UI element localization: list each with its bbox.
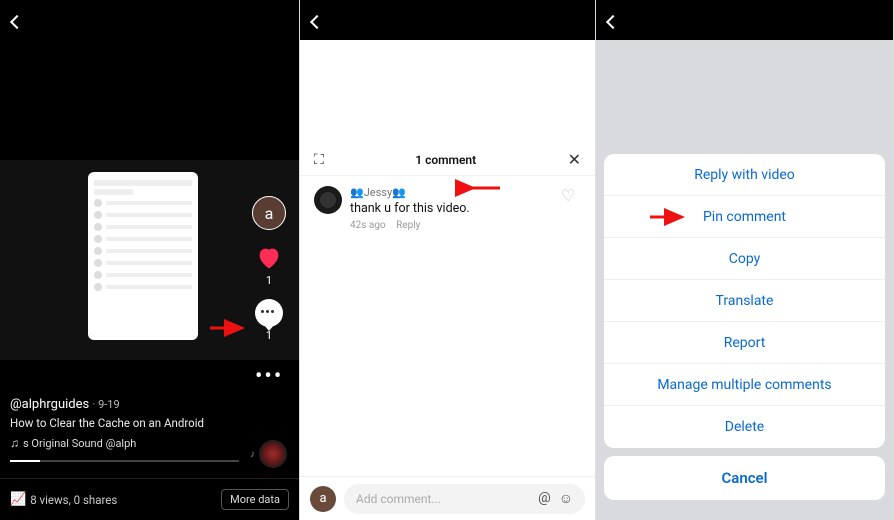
comment-input-bar: a Add comment... @ ☺ bbox=[300, 476, 595, 520]
action-translate[interactable]: Translate bbox=[604, 280, 885, 322]
comments-sheet-screen: ⛶ 1 comment ✕ 👥Jessy👥 thank u for this v… bbox=[300, 0, 596, 520]
cancel-button[interactable]: Cancel bbox=[604, 456, 885, 500]
close-icon[interactable]: ✕ bbox=[568, 150, 581, 169]
music-float-icon: ♪ bbox=[250, 449, 255, 460]
comment-placeholder: Add comment... bbox=[356, 492, 441, 506]
action-pin-comment[interactable]: Pin comment bbox=[604, 196, 885, 238]
video-caption: How to Clear the Cache on an Android bbox=[10, 416, 239, 430]
annotation-arrow-1 bbox=[208, 318, 248, 342]
more-data-button[interactable]: More data bbox=[221, 489, 289, 510]
top-bar bbox=[300, 0, 595, 40]
post-date: 9-19 bbox=[98, 398, 120, 411]
analytics-icon: 📈 bbox=[10, 492, 26, 507]
like-count: 1 bbox=[266, 274, 272, 287]
comment-action-sheet-screen: Reply with video Pin comment Copy Transl… bbox=[596, 0, 894, 520]
video-thumbnail bbox=[88, 172, 198, 340]
top-bar bbox=[596, 0, 893, 40]
share-more-icon[interactable]: ••• bbox=[255, 364, 283, 389]
comment-text: thank u for this video. bbox=[350, 201, 553, 216]
action-list: Reply with video Pin comment Copy Transl… bbox=[604, 154, 885, 448]
tiktok-video-screen: a 1 1 ••• @alphrguides · 9-19 How to Cle… bbox=[0, 0, 300, 520]
my-avatar[interactable]: a bbox=[310, 486, 336, 512]
action-copy[interactable]: Copy bbox=[604, 238, 885, 280]
comments-title: 1 comment bbox=[415, 153, 476, 167]
reply-link[interactable]: Reply bbox=[396, 220, 420, 231]
creator-avatar[interactable]: a bbox=[252, 196, 286, 230]
emoji-icon[interactable]: ☺ bbox=[559, 490, 573, 507]
action-rail: a 1 1 ••• bbox=[249, 196, 289, 389]
action-delete[interactable]: Delete bbox=[604, 406, 885, 448]
comment-button[interactable] bbox=[255, 299, 283, 327]
comment-input[interactable]: Add comment... @ ☺ bbox=[344, 484, 585, 514]
username[interactable]: @alphrguides bbox=[10, 397, 89, 412]
sound-row[interactable]: ♫ s Original Sound @alph bbox=[10, 436, 239, 450]
back-button[interactable] bbox=[312, 8, 322, 33]
comment-row[interactable]: 👥Jessy👥 thank u for this video. 42s ago … bbox=[300, 176, 595, 241]
comments-header: ⛶ 1 comment ✕ bbox=[300, 142, 595, 176]
action-report[interactable]: Report bbox=[604, 322, 885, 364]
action-sheet: Reply with video Pin comment Copy Transl… bbox=[604, 154, 885, 512]
action-manage-multiple[interactable]: Manage multiple comments bbox=[604, 364, 885, 406]
stats-text: 8 views, 0 shares bbox=[30, 493, 117, 507]
video-meta: @alphrguides · 9-19 How to Clear the Cac… bbox=[10, 397, 239, 450]
like-button[interactable] bbox=[255, 244, 283, 272]
commenter-avatar[interactable] bbox=[314, 186, 342, 214]
back-button[interactable] bbox=[608, 8, 618, 33]
mention-icon[interactable]: @ bbox=[538, 490, 551, 507]
annotation-arrow-2 bbox=[464, 178, 504, 202]
comment-time: 42s ago bbox=[350, 220, 386, 231]
sound-label: s Original Sound @alph bbox=[23, 437, 136, 450]
comments-sheet: ⛶ 1 comment ✕ 👥Jessy👥 thank u for this v… bbox=[300, 142, 595, 520]
progress-bar[interactable] bbox=[10, 460, 239, 462]
like-comment-icon[interactable]: ♡ bbox=[561, 186, 581, 231]
annotation-arrow-3 bbox=[648, 208, 688, 230]
commenter-name[interactable]: 👥Jessy👥 bbox=[350, 186, 553, 199]
action-reply-with-video[interactable]: Reply with video bbox=[604, 154, 885, 196]
music-note-icon: ♫ bbox=[10, 436, 19, 450]
sound-disc[interactable] bbox=[259, 440, 287, 468]
expand-icon[interactable]: ⛶ bbox=[314, 152, 324, 168]
top-bar bbox=[0, 0, 299, 40]
back-button[interactable] bbox=[12, 8, 22, 33]
stats-footer: 📈 8 views, 0 shares More data bbox=[0, 478, 299, 520]
